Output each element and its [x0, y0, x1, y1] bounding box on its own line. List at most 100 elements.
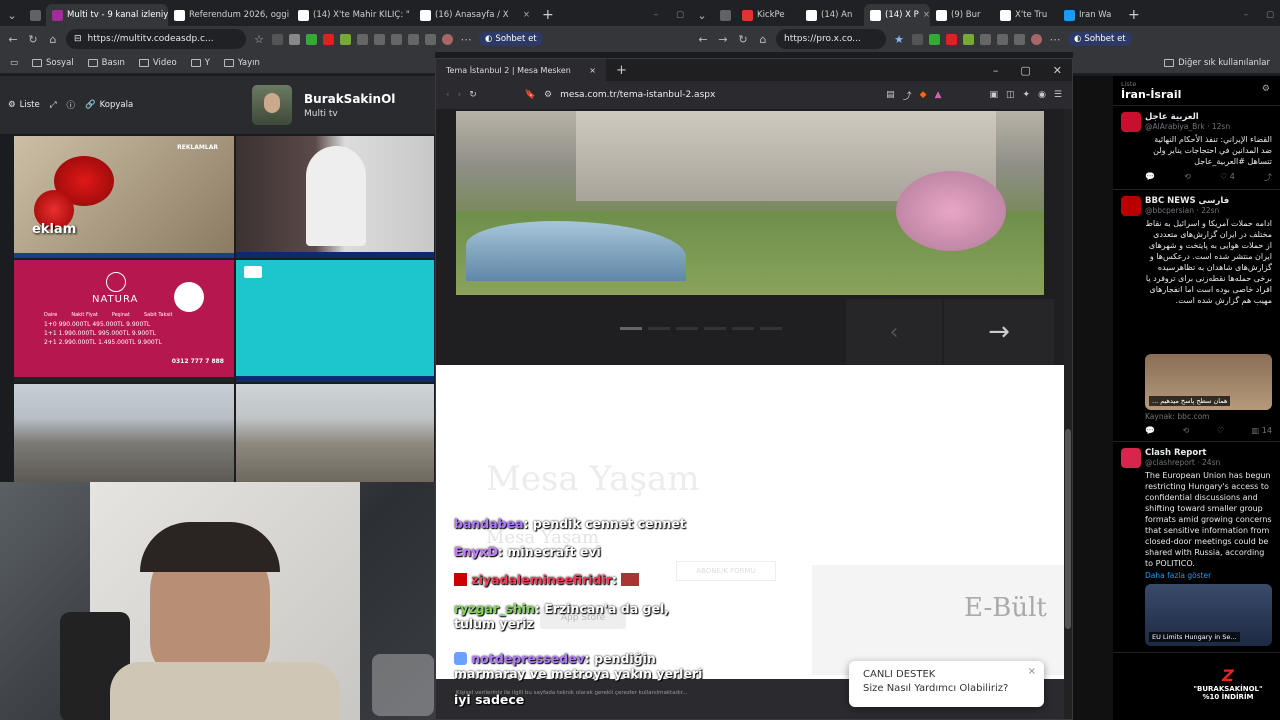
- forward-icon[interactable]: ›: [458, 90, 462, 100]
- reading-list-icon[interactable]: ▭: [10, 58, 18, 68]
- slider-prev-button[interactable]: ‹: [846, 299, 942, 365]
- live-support-popup[interactable]: CANLI DESTEK Size Nasıl Yardımcı Olabili…: [849, 661, 1044, 707]
- site-info-icon[interactable]: ⊟: [74, 34, 82, 44]
- minimize-icon[interactable]: –: [1244, 10, 1248, 20]
- tweet[interactable]: العربية عاجل @AlArabiya_Brk · 12sn القضا…: [1113, 106, 1280, 190]
- tweet-media[interactable]: ... همان سطح پاسخ میدهیم: [1145, 354, 1272, 410]
- share-icon[interactable]: ⤴: [903, 89, 912, 102]
- settings-icon[interactable]: ⚙: [1262, 84, 1270, 94]
- slider-next-button[interactable]: →: [944, 299, 1054, 365]
- extension-icon[interactable]: [980, 33, 991, 45]
- bookmark-sosyal[interactable]: Sosyal: [32, 58, 74, 68]
- extension-icon[interactable]: [374, 33, 385, 45]
- extension-icon[interactable]: [357, 33, 368, 45]
- extension-icon[interactable]: [289, 33, 300, 45]
- tab-menu[interactable]: ⌄: [0, 4, 24, 26]
- address-bar[interactable]: ⊟ https://multitv.codeasdp.c...: [66, 29, 246, 49]
- reload-icon[interactable]: ↻: [736, 33, 750, 46]
- like-icon[interactable]: ♡ 4: [1220, 172, 1235, 183]
- share-icon[interactable]: ⤴: [1264, 172, 1272, 183]
- tune-icon[interactable]: ⚙: [544, 90, 552, 100]
- video-cell-blank[interactable]: [236, 260, 434, 382]
- video-cell-city2[interactable]: [236, 384, 434, 482]
- retweet-icon[interactable]: ⟲: [1183, 426, 1190, 435]
- views-icon[interactable]: ▥ 14: [1252, 426, 1272, 435]
- tweet-author[interactable]: Clash Report: [1145, 448, 1272, 458]
- tweet-media[interactable]: EU Limits Hungary in Se...: [1145, 584, 1272, 646]
- slider-dot[interactable]: [732, 327, 754, 330]
- rewards-icon[interactable]: ▲: [935, 90, 942, 100]
- tab-iran-war[interactable]: Iran Wa: [1058, 4, 1122, 26]
- minimize-icon[interactable]: –: [993, 64, 999, 77]
- profile-avatar[interactable]: [1031, 33, 1042, 45]
- scrollbar-thumb[interactable]: [1065, 429, 1071, 629]
- reply-icon[interactable]: 💬: [1145, 172, 1155, 183]
- more-icon[interactable]: ⋯: [459, 33, 473, 46]
- new-tab-button[interactable]: +: [536, 4, 560, 26]
- tab-x-anasayfa[interactable]: (16) Anasayfa / X ×: [414, 4, 536, 26]
- extension-icon[interactable]: [912, 33, 923, 45]
- tab-x-mahir[interactable]: (14) X'te Mahir KILIÇ: "×: [292, 4, 414, 26]
- brave-shield-icon[interactable]: ◆: [920, 90, 927, 100]
- expand-button[interactable]: ⤢: [50, 100, 57, 110]
- settings-button[interactable]: ⚙ Liste: [8, 100, 40, 110]
- extension-icon[interactable]: [963, 33, 974, 45]
- extension-icon[interactable]: [272, 33, 283, 45]
- tab-x-pro[interactable]: (14) X P ×: [864, 4, 930, 26]
- back-icon[interactable]: ←: [6, 33, 20, 46]
- forward-icon[interactable]: →: [716, 33, 730, 46]
- tab-mesa[interactable]: Tema İstanbul 2 | Mesa Mesken ×: [436, 59, 606, 81]
- tab-multitv[interactable]: Multi tv - 9 kanal izleniy×: [46, 4, 168, 26]
- extension-icon[interactable]: [323, 33, 334, 45]
- extension-icon[interactable]: [946, 33, 957, 45]
- tweet[interactable]: BBC NEWS فارسی @bbcpersian · 22sn ادامه …: [1113, 190, 1280, 442]
- extension-icon[interactable]: [929, 33, 940, 45]
- subscribe-button[interactable]: ABONE/K FORMU: [676, 561, 776, 581]
- star-icon[interactable]: ☆: [252, 33, 266, 46]
- home-icon[interactable]: ⌂: [756, 33, 770, 46]
- video-cell-studio[interactable]: [236, 136, 434, 258]
- tab-menu[interactable]: ⌄: [690, 4, 714, 26]
- slider-dot[interactable]: [676, 327, 698, 330]
- extension-icon[interactable]: [408, 33, 419, 45]
- more-icon[interactable]: ⋯: [1048, 33, 1062, 46]
- extension-icon[interactable]: [425, 33, 436, 45]
- maximize-icon[interactable]: ▢: [676, 10, 684, 20]
- bookmark-other[interactable]: Diğer sık kullanılanlar: [1164, 58, 1270, 68]
- reload-icon[interactable]: ↻: [26, 33, 40, 46]
- star-icon[interactable]: ★: [892, 33, 906, 46]
- tab-x-tru[interactable]: X'te Tru: [994, 4, 1058, 26]
- chat-button[interactable]: ◐ Sohbet et: [1068, 32, 1132, 46]
- tab-x-bur[interactable]: (9) Bur: [930, 4, 994, 26]
- chat-button[interactable]: ◐ Sohbet et: [479, 32, 543, 46]
- video-cell-city[interactable]: [14, 384, 234, 482]
- slider-dot[interactable]: [760, 327, 782, 330]
- extension-icon[interactable]: [997, 33, 1008, 45]
- slider-dot[interactable]: [704, 327, 726, 330]
- retweet-icon[interactable]: ⟲: [1184, 172, 1191, 183]
- like-icon[interactable]: ♡: [1217, 426, 1224, 435]
- extension-icon[interactable]: [1014, 33, 1025, 45]
- sidebar-icon[interactable]: ◫: [1006, 90, 1015, 100]
- close-icon[interactable]: ✕: [1053, 64, 1062, 77]
- new-tab-button[interactable]: +: [1122, 4, 1146, 26]
- tweet-author[interactable]: BBC NEWS فارسی: [1145, 196, 1272, 206]
- reader-icon[interactable]: ▤: [886, 90, 895, 100]
- bookmark-icon[interactable]: 🔖: [525, 90, 536, 100]
- video-cell-ad[interactable]: REKLAMLAR eklam: [14, 136, 234, 258]
- tab-workspaces[interactable]: [714, 4, 736, 26]
- maximize-icon[interactable]: ▢: [1266, 10, 1274, 20]
- slider-dot[interactable]: [648, 327, 670, 330]
- info-button[interactable]: ⓘ: [67, 99, 76, 111]
- wallet-icon[interactable]: ▣: [989, 90, 998, 100]
- minimize-icon[interactable]: –: [654, 10, 658, 20]
- bookmark-video[interactable]: Video: [138, 58, 177, 68]
- extension-icon[interactable]: [306, 33, 317, 45]
- menu-icon[interactable]: ☰: [1054, 90, 1062, 100]
- vpn-icon[interactable]: ◉: [1038, 90, 1046, 100]
- reply-icon[interactable]: 💬: [1145, 426, 1155, 435]
- channel-card[interactable]: BurakSakinOl Multi tv: [252, 85, 427, 125]
- tweet[interactable]: Clash Report @clashreport · 24sn The Eur…: [1113, 442, 1280, 653]
- tab-x-1[interactable]: (14) An: [800, 4, 864, 26]
- home-icon[interactable]: ⌂: [46, 33, 60, 46]
